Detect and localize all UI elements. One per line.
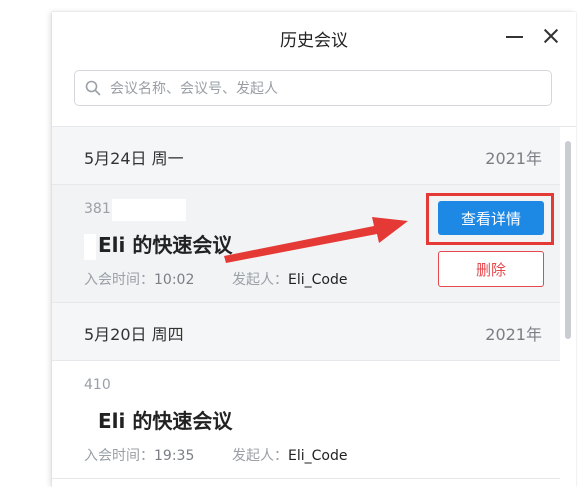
date-label: 5月24日 周一 xyxy=(84,149,184,168)
host-label: 发起人： xyxy=(232,448,288,464)
redaction xyxy=(116,375,186,397)
meeting-list[interactable]: 5月24日 周一 2021年 381 Eli 的快速会议 入会时间：10:02 … xyxy=(52,126,576,487)
search-box[interactable] xyxy=(74,70,552,106)
date-label: 5月20日 周四 xyxy=(84,325,184,344)
meeting-id: 381 xyxy=(84,201,111,217)
search-icon xyxy=(85,80,101,96)
delete-button[interactable]: 删除 xyxy=(438,251,544,287)
meeting-id: 410 xyxy=(84,377,111,393)
meeting-title: Eli 的快速会议 xyxy=(84,229,232,260)
minimize-icon[interactable] xyxy=(504,26,526,48)
host-label: 发起人： xyxy=(232,272,288,288)
meeting-item[interactable]: 410 Eli 的快速会议 入会时间：19:35 发起人：Eli_Code xyxy=(52,361,560,479)
redaction xyxy=(112,199,186,221)
meeting-item[interactable]: 381 Eli 的快速会议 入会时间：10:02 发起人：Eli_Code 查看… xyxy=(52,185,560,303)
join-time: 入会时间：19:35 xyxy=(84,445,194,465)
join-time-value: 10:02 xyxy=(154,272,195,288)
meeting-title-suffix: 的快速会议 xyxy=(132,233,233,257)
meeting-title-user: Eli xyxy=(98,233,126,257)
window-title: 历史会议 xyxy=(280,31,348,51)
host: 发起人：Eli_Code xyxy=(232,269,347,289)
year-label: 2021年 xyxy=(485,149,542,168)
title-bar: 历史会议 xyxy=(52,12,576,64)
scrollbar[interactable] xyxy=(560,127,576,487)
host: 发起人：Eli_Code xyxy=(232,445,347,465)
redaction xyxy=(84,233,96,260)
close-icon[interactable] xyxy=(540,26,562,48)
meeting-title-suffix: 的快速会议 xyxy=(132,409,233,433)
meeting-title-user: Eli xyxy=(98,409,126,433)
search-input[interactable] xyxy=(108,74,542,104)
host-value: Eli_Code xyxy=(288,448,348,464)
date-header: 5月24日 周一 2021年 xyxy=(52,127,560,185)
view-details-button[interactable]: 查看详情 xyxy=(438,201,544,235)
host-value: Eli_Code xyxy=(288,272,348,288)
history-meetings-window: 历史会议 5月24日 周一 2021年 381 Eli 的快速会议 入会时间：1… xyxy=(52,12,576,487)
date-header: 5月20日 周四 2021年 xyxy=(52,303,560,361)
redaction xyxy=(84,409,96,436)
scrollbar-thumb[interactable] xyxy=(565,141,571,339)
join-time-value: 19:35 xyxy=(154,448,195,464)
join-time-label: 入会时间： xyxy=(84,448,154,464)
join-time: 入会时间：10:02 xyxy=(84,269,194,289)
join-time-label: 入会时间： xyxy=(84,272,154,288)
meeting-title: Eli 的快速会议 xyxy=(84,405,232,436)
year-label: 2021年 xyxy=(485,325,542,344)
